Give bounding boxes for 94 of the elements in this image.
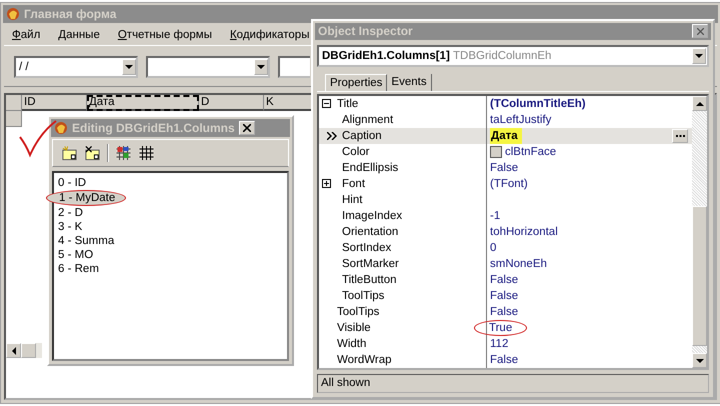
property-value[interactable]: -1 [490, 208, 500, 224]
delete-item-icon[interactable] [84, 145, 101, 161]
list-item[interactable]: 0 - ID [58, 176, 88, 190]
menu-item[interactable]: Данные [55, 29, 103, 41]
vertical-scrollbar[interactable] [692, 96, 707, 368]
property-value[interactable]: True [474, 320, 528, 336]
property-value[interactable]: tohHorizontal [490, 224, 558, 240]
tab[interactable]: Events [387, 74, 432, 91]
property-name[interactable]: EndEllipsis [342, 160, 398, 176]
property-row[interactable]: ToolTips False [319, 304, 692, 320]
scroll-left-icon[interactable] [6, 343, 21, 358]
property-name[interactable]: ToolTips [337, 304, 380, 320]
property-value[interactable]: taLeftJustify [490, 112, 552, 128]
column-header[interactable]: ID [22, 95, 87, 111]
property-row[interactable]: ToolTips False [319, 288, 692, 304]
property-name[interactable]: Hint [342, 192, 362, 208]
list-item[interactable]: 2 - D [58, 206, 85, 220]
tab[interactable]: Properties [325, 74, 388, 91]
property-row[interactable]: Orientation tohHorizontal [319, 224, 692, 240]
property-row[interactable]: SortMarker smNoneEh [319, 256, 692, 272]
object-selector[interactable]: DBGridEh1.Columns[1] TDBGridColumnEh [317, 44, 709, 67]
property-row[interactable]: Visible True [319, 320, 692, 336]
property-value[interactable]: 0 [490, 240, 496, 256]
property-row[interactable]: SortIndex 0 [319, 240, 692, 256]
list-item[interactable]: 4 - Summa [58, 234, 116, 248]
property-row[interactable]: TitleButton False [319, 272, 692, 288]
property-value[interactable]: Дата [490, 128, 522, 144]
combo-box[interactable]: / / [14, 56, 138, 78]
property-row[interactable]: Title (TColumnTitleEh) [319, 96, 692, 112]
property-value[interactable]: clBtnFace [505, 144, 556, 160]
property-row[interactable]: WordWrap False [319, 352, 692, 368]
horizontal-scrollbar[interactable] [6, 343, 42, 358]
property-name[interactable]: Caption [342, 128, 382, 144]
property-name[interactable]: Font [342, 176, 366, 192]
property-value[interactable]: False [490, 288, 518, 304]
property-value[interactable]: (TColumnTitleEh) [490, 96, 586, 112]
property-row[interactable]: Width 112 [319, 336, 692, 352]
property-value[interactable]: False [490, 304, 518, 320]
property-name[interactable]: WordWrap [337, 352, 392, 368]
menu-item[interactable]: Отчетные формы [114, 29, 215, 41]
property-name[interactable]: Width [337, 336, 366, 352]
property-value[interactable]: (TFont) [490, 176, 528, 192]
property-name[interactable]: TitleButton [342, 272, 397, 288]
status-bar: All shown [317, 374, 709, 393]
scroll-down-icon[interactable] [692, 353, 707, 368]
property-row[interactable]: EndEllipsis False [319, 160, 692, 176]
collapse-icon[interactable] [322, 99, 331, 108]
list-item[interactable]: 6 - Rem [58, 262, 101, 276]
window-title: Editing DBGridEh1.Columns [72, 121, 235, 135]
property-row[interactable]: Color clBtnFace [319, 144, 692, 160]
helmet-icon [6, 7, 20, 21]
column-header[interactable]: D [199, 95, 264, 111]
menu-item[interactable]: Файл [9, 29, 44, 41]
list-item[interactable]: 3 - K [58, 220, 84, 234]
scroll-up-icon[interactable] [692, 96, 707, 111]
property-name[interactable]: SortIndex [342, 240, 392, 256]
window-title: Главная форма [24, 7, 116, 21]
property-row[interactable]: Hint [319, 192, 692, 208]
selected-row-marker-icon [327, 132, 337, 140]
grid-colors-icon[interactable] [115, 145, 132, 161]
property-value[interactable]: False [490, 160, 518, 176]
property-name[interactable]: Visible [337, 320, 371, 336]
property-name[interactable]: Orientation [342, 224, 398, 240]
indicator-cell [6, 111, 22, 127]
column-header[interactable]: K [264, 95, 314, 111]
ellipsis-button[interactable] [672, 129, 688, 143]
menu-item[interactable]: Кодификаторы [226, 29, 312, 41]
property-name[interactable]: Alignment [342, 112, 394, 128]
column-header[interactable]: Дата [87, 95, 199, 111]
property-name[interactable]: Color [342, 144, 370, 160]
property-name[interactable]: SortMarker [342, 256, 399, 272]
window-title: Object Inspector [318, 24, 413, 38]
property-value[interactable]: 112 [490, 336, 508, 352]
check-mark-annotation [18, 118, 58, 160]
list-item[interactable]: 5 - MO [58, 248, 96, 262]
scroll-thumb[interactable] [21, 343, 36, 358]
property-row[interactable]: ImageIndex -1 [319, 208, 692, 224]
helmet-icon [54, 121, 68, 135]
property-value[interactable]: False [490, 352, 518, 368]
combo-box[interactable] [278, 56, 310, 78]
property-value[interactable]: smNoneEh [490, 256, 547, 272]
list-item[interactable]: 1 - MyDate [46, 190, 126, 206]
color-swatch-icon [490, 146, 502, 158]
add-item-icon[interactable] [61, 145, 78, 161]
property-value[interactable]: False [490, 272, 518, 288]
property-row[interactable]: Caption Дата [319, 128, 692, 144]
combo-box[interactable] [146, 56, 270, 78]
property-name[interactable]: ToolTips [342, 288, 384, 304]
indicator-cell [6, 95, 22, 111]
property-name[interactable]: Title [337, 96, 358, 112]
expand-icon[interactable] [322, 179, 331, 188]
property-row[interactable]: Font (TFont) [319, 176, 692, 192]
grid-icon[interactable] [138, 145, 155, 161]
property-name[interactable]: ImageIndex [342, 208, 402, 224]
